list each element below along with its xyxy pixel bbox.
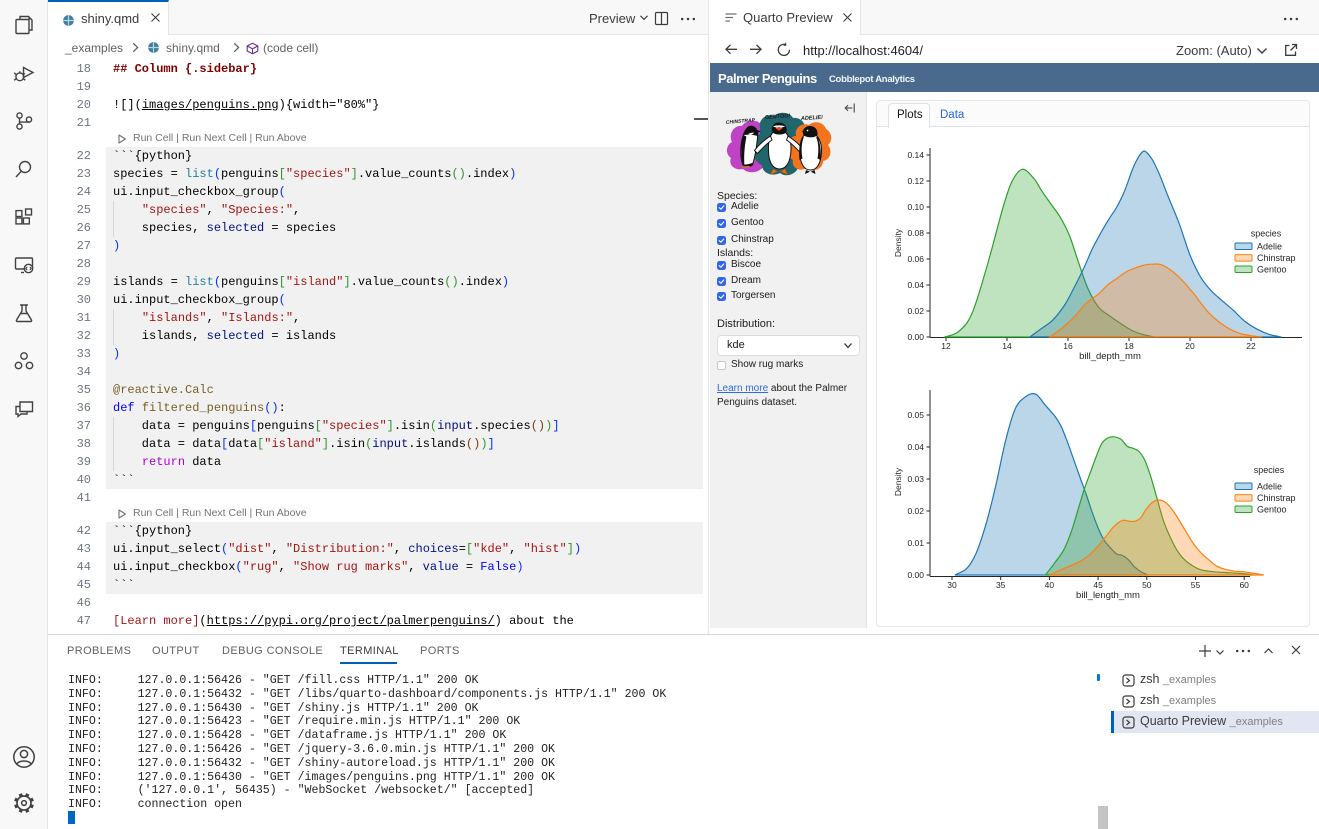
svg-text:0.10: 0.10 bbox=[907, 202, 924, 212]
svg-text:0.00: 0.00 bbox=[907, 570, 924, 580]
svg-text:0.04: 0.04 bbox=[907, 442, 924, 452]
svg-text:0.02: 0.02 bbox=[907, 506, 924, 516]
svg-text:bill_depth_mm: bill_depth_mm bbox=[1079, 351, 1141, 362]
svg-text:0.12: 0.12 bbox=[907, 176, 924, 186]
svg-text:ADELIE!: ADELIE! bbox=[800, 115, 823, 122]
svg-text:0.08: 0.08 bbox=[907, 228, 924, 238]
svg-text:Density: Density bbox=[893, 467, 903, 496]
svg-text:0.01: 0.01 bbox=[907, 538, 924, 548]
svg-text:Adelie: Adelie bbox=[1257, 481, 1282, 491]
svg-text:Gentoo: Gentoo bbox=[1257, 264, 1287, 274]
svg-text:12: 12 bbox=[941, 341, 951, 351]
svg-text:0.05: 0.05 bbox=[907, 410, 924, 420]
svg-text:16: 16 bbox=[1063, 341, 1073, 351]
svg-text:22: 22 bbox=[1246, 341, 1256, 351]
svg-text:Density: Density bbox=[893, 228, 903, 257]
svg-text:45: 45 bbox=[1093, 580, 1103, 590]
svg-text:18: 18 bbox=[1124, 341, 1134, 351]
svg-text:0.04: 0.04 bbox=[907, 280, 924, 290]
svg-text:bill_length_mm: bill_length_mm bbox=[1076, 590, 1140, 601]
svg-text:Chinstrap: Chinstrap bbox=[1257, 493, 1296, 503]
svg-text:0.14: 0.14 bbox=[907, 150, 924, 160]
svg-text:Chinstrap: Chinstrap bbox=[1257, 253, 1296, 263]
svg-text:50: 50 bbox=[1142, 580, 1152, 590]
svg-text:Adelie: Adelie bbox=[1257, 241, 1282, 251]
svg-text:30: 30 bbox=[947, 580, 957, 590]
svg-text:35: 35 bbox=[996, 580, 1006, 590]
svg-text:0.03: 0.03 bbox=[907, 474, 924, 484]
svg-text:0.00: 0.00 bbox=[907, 332, 924, 342]
svg-text:40: 40 bbox=[1045, 580, 1055, 590]
svg-text:55: 55 bbox=[1191, 580, 1201, 590]
svg-text:species: species bbox=[1251, 229, 1282, 239]
svg-text:0.06: 0.06 bbox=[907, 254, 924, 264]
svg-text:60: 60 bbox=[1239, 580, 1249, 590]
svg-text:Gentoo: Gentoo bbox=[1257, 504, 1287, 514]
svg-text:14: 14 bbox=[1002, 341, 1012, 351]
svg-text:0.02: 0.02 bbox=[907, 306, 924, 316]
svg-text:20: 20 bbox=[1185, 341, 1195, 351]
svg-text:species: species bbox=[1254, 465, 1285, 475]
